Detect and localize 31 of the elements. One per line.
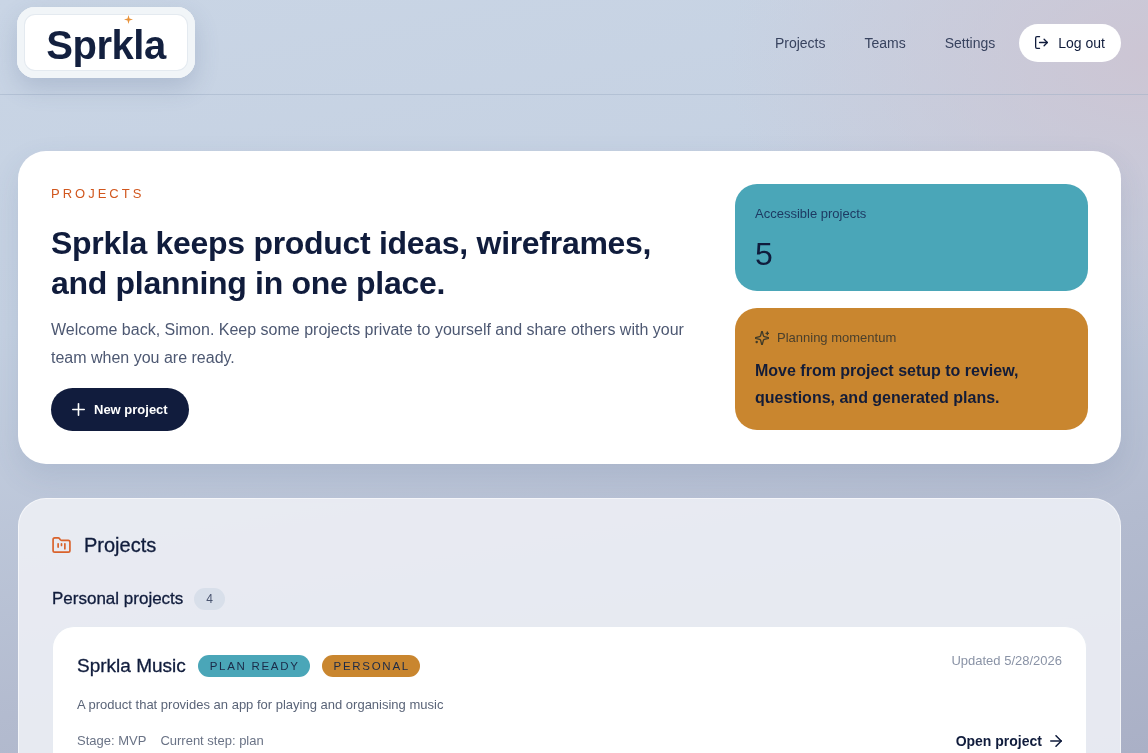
info-label: Planning momentum xyxy=(777,329,897,347)
count-badge: 4 xyxy=(194,588,226,610)
eyebrow-label: PROJECTS xyxy=(51,185,145,203)
hero-title: Sprkla keeps product ideas, wireframes, and planning in one place. xyxy=(51,224,653,303)
nav-link[interactable]: Teams xyxy=(864,32,906,53)
logo-card[interactable]: Sprkla xyxy=(17,7,195,78)
stat-value: 5 xyxy=(755,235,774,274)
group-title: Personal projects xyxy=(52,588,184,610)
logout-button[interactable]: Log out xyxy=(1019,23,1121,62)
updated-date: Updated 5/28/2026 xyxy=(951,652,1062,670)
step-label: Current step: plan xyxy=(160,732,264,750)
sparkles-icon xyxy=(755,331,769,345)
hero-text: Welcome back, Simon. Keep some projects private to yourself and share others with your team when you are ready. xyxy=(51,320,685,368)
project-description: A product that provides an app for playing and organising music xyxy=(77,696,445,714)
nav-link[interactable]: Projects xyxy=(774,32,826,53)
new-project-button[interactable]: New project xyxy=(51,388,189,431)
nav-link[interactable]: Settings xyxy=(944,32,996,53)
folder-icon xyxy=(52,537,71,553)
logout-icon xyxy=(1035,36,1049,49)
stat-label: Accessible projects xyxy=(755,205,868,223)
open-project-link[interactable]: Open project xyxy=(955,731,1062,751)
plus-icon xyxy=(72,403,85,416)
status-tag: PLAN READY xyxy=(197,655,310,677)
panel-title: Projects xyxy=(84,533,157,558)
sparkle-icon xyxy=(124,14,134,24)
stage-label: Stage: MVP xyxy=(77,732,147,750)
status-tag: PERSONAL xyxy=(321,655,420,677)
logo-text: Sprkla xyxy=(46,23,166,66)
info-text: Move from project setup to review, questions, and generated plans. xyxy=(755,361,1020,408)
arrow-right-icon xyxy=(1050,735,1062,747)
project-name: Sprkla Music xyxy=(77,654,186,678)
